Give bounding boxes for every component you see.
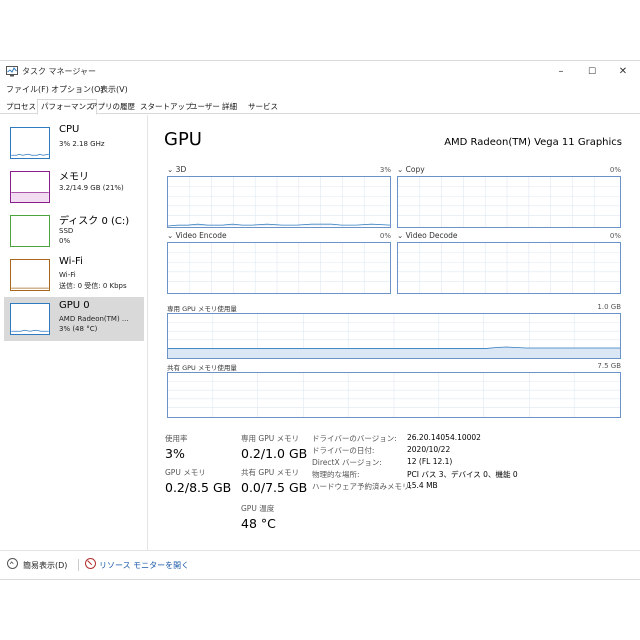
info-value: 15.4 MB (407, 481, 438, 490)
fewer-details-button[interactable]: 簡易表示(D) (23, 560, 67, 571)
sidebar-item-sub: 3% (48 °C) (59, 325, 98, 333)
sidebar-item-disk[interactable]: ディスク 0 (C:) SSD 0% (4, 209, 144, 253)
gpu-temperature-label: GPU 温度 (241, 504, 275, 513)
dedicated-memory-max: 1.0 GB (597, 303, 621, 311)
engine-pct-3d: 3% (379, 166, 391, 174)
tab-bar: プロセス パフォーマンス アプリの履歴 スタートアップ ユーザー 詳細 サービス (0, 98, 640, 115)
dedicated-memory-stat-label: 専用 GPU メモリ (241, 434, 300, 443)
graph-video-decode (397, 242, 621, 294)
chevron-down-icon: ⌄ (397, 165, 406, 174)
chevron-down-icon: ⌄ (397, 231, 406, 240)
sidebar-item-sub: Wi-Fi (59, 271, 76, 279)
info-value: 12 (FL 12.1) (407, 457, 453, 466)
maximize-button[interactable]: ☐ (581, 64, 603, 80)
sidebar-item-memory[interactable]: メモリ 3.2/14.9 GB (21%) (4, 165, 144, 209)
menu-options[interactable]: オプション(O) (51, 84, 104, 95)
info-value: 2020/10/22 (407, 445, 451, 454)
chevron-down-icon: ⌄ (167, 165, 176, 174)
title-bar: タスク マネージャー – ☐ ✕ (0, 61, 640, 83)
info-label: 物理的な場所: (312, 470, 360, 479)
sidebar-item-sub: AMD Radeon(TM) ... (59, 315, 129, 323)
minimize-button[interactable]: – (550, 64, 572, 80)
close-button[interactable]: ✕ (612, 64, 634, 80)
engine-label-video-encode[interactable]: ⌄ Video Encode (167, 231, 227, 240)
task-manager-window: タスク マネージャー – ☐ ✕ ファイル(F) オプション(O) 表示(V) … (0, 60, 640, 580)
info-label: ハードウェア予約済みメモリ: (312, 482, 413, 491)
gpu-thumbnail (10, 303, 50, 335)
engine-pct-video-decode: 0% (609, 232, 621, 240)
sidebar-item-sub: 3.2/14.9 GB (21%) (59, 184, 124, 192)
gpu-memory-label: GPU メモリ (165, 468, 206, 477)
resource-sidebar: CPU 3% 2.18 GHz メモリ 3.2/14.9 GB (21%) ディ… (0, 115, 148, 550)
sidebar-item-name: ディスク 0 (C:) (59, 216, 130, 227)
graph-shared-memory (167, 372, 621, 418)
wifi-thumbnail (10, 259, 50, 291)
tab-details[interactable]: 詳細 (219, 100, 240, 114)
sidebar-item-sub: 3% 2.18 GHz (59, 140, 105, 148)
shared-memory-label: 共有 GPU メモリ使用量 (167, 364, 237, 372)
graph-copy (397, 176, 621, 228)
gpu-model-name: AMD Radeon(TM) Vega 11 Graphics (444, 137, 622, 148)
cpu-thumbnail (10, 127, 50, 159)
window-title: タスク マネージャー (22, 67, 96, 76)
gpu-temperature-value: 48 °C (241, 516, 276, 531)
chevron-down-icon: ⌄ (167, 231, 176, 240)
sidebar-item-name: メモリ (59, 172, 89, 183)
shared-memory-stat-value: 0.0/7.5 GB (241, 480, 308, 495)
sidebar-item-gpu[interactable]: GPU 0 AMD Radeon(TM) ... 3% (48 °C) (4, 297, 144, 341)
usage-label: 使用率 (165, 434, 188, 443)
engine-pct-copy: 0% (609, 166, 621, 174)
sidebar-item-name: Wi-Fi (59, 256, 83, 267)
info-label: ドライバーのバージョン: (312, 434, 397, 443)
usage-value: 3% (165, 446, 185, 461)
tab-services[interactable]: サービス (245, 100, 281, 114)
sidebar-item-sub: 0% (59, 237, 71, 245)
sidebar-item-cpu[interactable]: CPU 3% 2.18 GHz (4, 121, 144, 165)
graph-video-encode (167, 242, 391, 294)
sidebar-item-name: CPU (59, 124, 80, 135)
graph-dedicated-memory (167, 313, 621, 359)
gpu-detail-panel: GPU AMD Radeon(TM) Vega 11 Graphics ⌄ 3D… (149, 115, 640, 550)
graph-3d (167, 176, 391, 228)
disk-thumbnail (10, 215, 50, 247)
dedicated-memory-stat-value: 0.2/1.0 GB (241, 446, 308, 461)
sidebar-item-name: GPU 0 (59, 300, 90, 311)
tab-users[interactable]: ユーザー (187, 100, 223, 114)
menu-file[interactable]: ファイル(F) (6, 84, 49, 95)
sidebar-item-sub: 送信: 0 受信: 0 Kbps (59, 282, 127, 290)
engine-label-copy[interactable]: ⌄ Copy (397, 165, 425, 174)
info-value: PCI バス 3、デバイス 0、機能 0 (407, 470, 518, 479)
sidebar-item-sub: SSD (59, 227, 74, 235)
shared-memory-stat-label: 共有 GPU メモリ (241, 468, 300, 477)
dedicated-memory-label: 専用 GPU メモリ使用量 (167, 305, 237, 313)
page-title: GPU (164, 129, 202, 150)
tab-app-history[interactable]: アプリの履歴 (87, 100, 138, 114)
tab-processes[interactable]: プロセス (3, 100, 39, 114)
gpu-memory-value: 0.2/8.5 GB (165, 480, 232, 495)
info-value: 26.20.14054.10002 (407, 433, 481, 442)
resource-monitor-icon[interactable] (85, 558, 96, 569)
info-label: DirectX バージョン: (312, 458, 382, 467)
memory-thumbnail (10, 171, 50, 203)
shared-memory-max: 7.5 GB (597, 362, 621, 370)
engine-pct-video-encode: 0% (379, 232, 391, 240)
task-manager-icon (6, 66, 18, 77)
footer-divider (78, 559, 79, 571)
footer-bar: 簡易表示(D) リソース モニターを開く (0, 550, 640, 580)
menu-view[interactable]: 表示(V) (100, 84, 128, 95)
open-resource-monitor-link[interactable]: リソース モニターを開く (99, 560, 189, 571)
sidebar-item-wifi[interactable]: Wi-Fi Wi-Fi 送信: 0 受信: 0 Kbps (4, 253, 144, 297)
engine-label-video-decode[interactable]: ⌄ Video Decode (397, 231, 458, 240)
engine-label-3d[interactable]: ⌄ 3D (167, 165, 186, 174)
info-label: ドライバーの日付: (312, 446, 375, 455)
chevron-up-icon[interactable] (7, 558, 18, 569)
